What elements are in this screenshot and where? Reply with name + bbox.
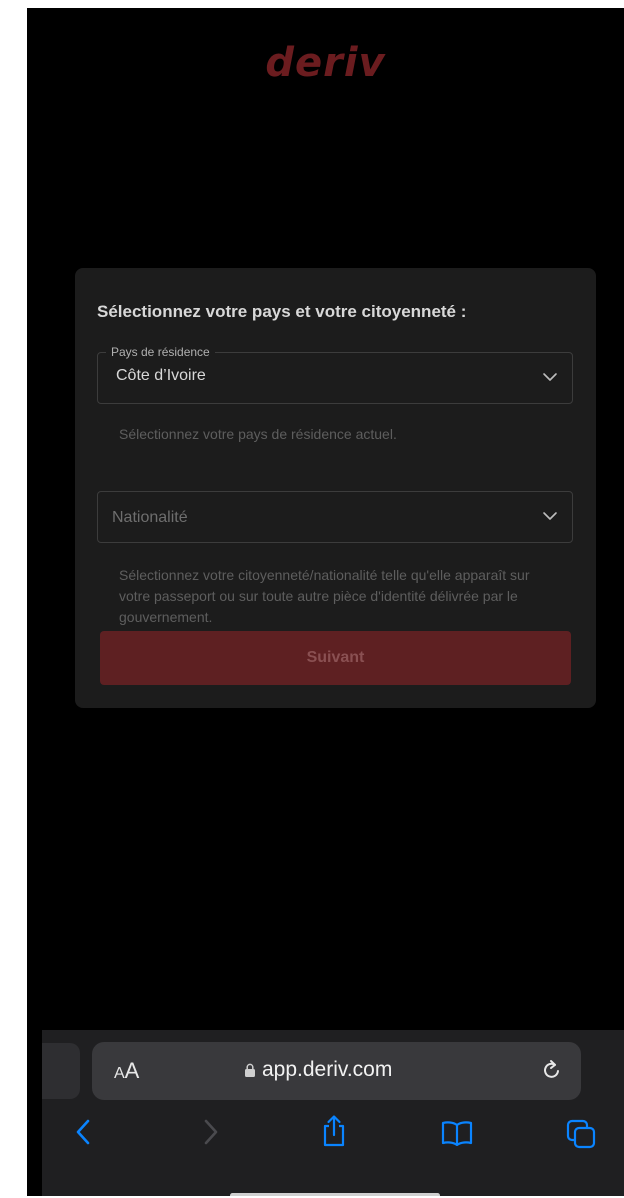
lock-icon xyxy=(245,1063,255,1077)
url-display[interactable]: app.deriv.com xyxy=(244,1058,392,1082)
nationality-helper-text: Sélectionnez votre citoyenneté/nationali… xyxy=(119,567,530,625)
bookmarks-icon[interactable] xyxy=(440,1120,474,1146)
chevron-down-icon xyxy=(543,373,557,381)
app-screen: deriv Sélectionnez votre pays et votre c… xyxy=(27,8,624,1196)
modal-title: Sélectionnez votre pays et votre citoyen… xyxy=(97,302,467,321)
residence-helper-text: Sélectionnez votre pays de résidence act… xyxy=(119,426,397,442)
back-icon[interactable] xyxy=(74,1118,92,1146)
country-selection-modal: Sélectionnez votre pays et votre citoyen… xyxy=(75,268,596,708)
browser-bottom-bar: AA app.deriv.com xyxy=(42,1030,624,1196)
text-size-button[interactable]: AA xyxy=(114,1058,139,1084)
share-icon[interactable] xyxy=(319,1114,349,1148)
nationality-select[interactable]: Nationalité xyxy=(97,491,573,543)
next-button[interactable]: Suivant xyxy=(100,631,571,685)
home-indicator xyxy=(230,1193,440,1196)
previous-tab-preview[interactable] xyxy=(42,1043,80,1099)
chevron-down-icon xyxy=(543,512,557,520)
residence-value: Côte d’Ivoire xyxy=(116,367,206,384)
tabs-icon[interactable] xyxy=(565,1118,597,1150)
deriv-logo: deriv xyxy=(265,40,386,86)
reload-icon[interactable] xyxy=(541,1058,563,1082)
nationality-placeholder: Nationalité xyxy=(112,509,188,526)
residence-select[interactable]: Pays de résidence Côte d’Ivoire xyxy=(97,344,573,404)
address-bar[interactable]: AA app.deriv.com xyxy=(92,1042,581,1100)
forward-icon[interactable] xyxy=(202,1118,220,1146)
url-text: app.deriv.com xyxy=(262,1058,393,1081)
residence-label: Pays de résidence xyxy=(106,344,215,360)
